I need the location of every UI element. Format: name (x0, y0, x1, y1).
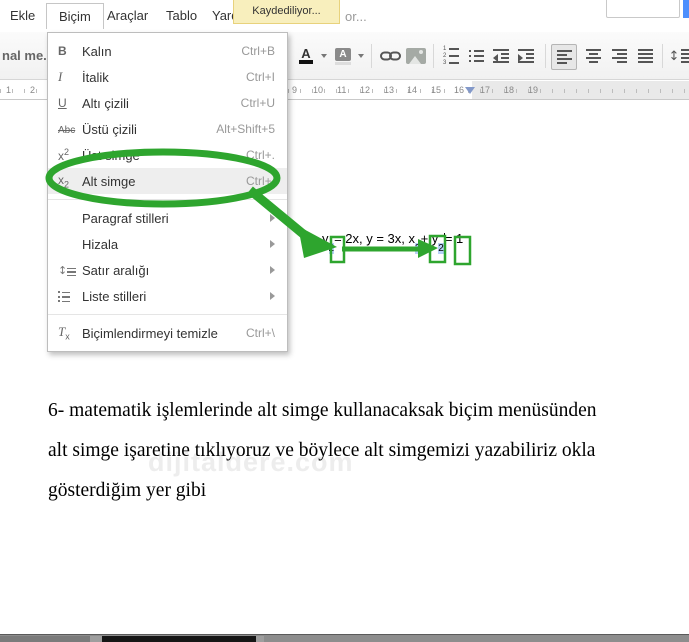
align-center-glyph (585, 49, 601, 63)
share-button[interactable] (683, 0, 689, 18)
paragraph-line: alt simge işaretine tıklıyoruz ve böylec… (48, 440, 596, 461)
scrollbar-segment (90, 636, 102, 642)
decrease-indent-glyph (493, 49, 509, 63)
ruler-number: 18 (504, 85, 515, 95)
menu-separator (48, 199, 287, 200)
menu-item-list-styles[interactable]: Liste stilleri (48, 283, 287, 309)
ruler-number: 11 (337, 85, 347, 95)
bulleted-list-icon[interactable] (464, 44, 488, 68)
paragraph-line: gösterdiğim yer gibi (48, 480, 207, 501)
italic-icon: I (58, 69, 63, 84)
subscript-2: 2 (328, 242, 335, 254)
ruler-number: 2 (30, 85, 36, 95)
line-spacing-icon: ↕ (58, 263, 82, 277)
highlight-caret-icon[interactable] (358, 54, 364, 58)
ruler-number: 12 (360, 85, 371, 95)
scrollbar-segment (256, 636, 264, 642)
ruler-number: 9 (292, 85, 298, 95)
menu-item-clear-formatting[interactable]: Tx Biçimlendirmeyi temizle Ctrl+\ (48, 320, 287, 346)
submenu-arrow-icon (270, 266, 275, 274)
saving-toast: Kaydediliyor... (233, 0, 340, 24)
list-styles-icon (58, 289, 82, 303)
align-right-glyph (611, 49, 627, 63)
ruler-number: 14 (407, 85, 418, 95)
increase-indent-icon[interactable] (514, 44, 538, 68)
text-color-icon[interactable]: A (294, 44, 318, 68)
menu-item-line-spacing[interactable]: ↕ Satır aralığı (48, 257, 287, 283)
increase-indent-glyph (518, 49, 534, 63)
comments-button[interactable] (606, 0, 680, 18)
insert-link-icon[interactable] (378, 44, 402, 68)
toolbar-separator (545, 44, 546, 68)
menu-item-strikethrough[interactable]: Abc Üstü çizili Alt+Shift+5 (48, 116, 287, 142)
numbered-list-icon[interactable]: 1 2 3 (439, 44, 463, 68)
menu-tablo[interactable]: Tablo (166, 8, 197, 23)
superscript-icon: x2 (58, 147, 70, 163)
justify-glyph (637, 49, 653, 63)
menu-item-superscript[interactable]: x2 Üst simge Ctrl+. (48, 142, 287, 168)
ruler-number: 19 (528, 85, 539, 95)
ruler-number: 1 (6, 85, 12, 95)
menu-bicim[interactable]: Biçim (46, 3, 104, 29)
toolbar-separator (662, 44, 663, 68)
link-glyph (379, 51, 401, 61)
insert-image-icon[interactable] (404, 44, 428, 68)
right-margin-marker[interactable] (465, 87, 475, 94)
status-overflow-text: or... (345, 9, 367, 24)
numbered-list-glyph: 1 2 3 (443, 46, 459, 66)
line-spacing-icon[interactable]: ↕ (668, 44, 689, 68)
submenu-arrow-icon (270, 214, 275, 222)
text-color-caret-icon[interactable] (321, 54, 327, 58)
document-paragraph[interactable]: 6- matematik işlemlerinde alt simge kull… (48, 391, 648, 511)
scrollbar-segment (0, 636, 90, 642)
align-right-icon[interactable] (607, 44, 631, 68)
menu-item-align[interactable]: Hizala (48, 231, 287, 257)
paragraph-line: 6- matematik işlemlerinde alt simge kull… (48, 400, 597, 421)
align-center-icon[interactable] (581, 44, 605, 68)
submenu-arrow-icon (270, 240, 275, 248)
submenu-arrow-icon (270, 292, 275, 300)
ruler-number: 16 (454, 85, 465, 95)
document-formula-text[interactable]: y2= 2x, y = 3x, x2+ y2= 1 (322, 231, 463, 254)
menu-item-paragraph-styles[interactable]: Paragraf stilleri (48, 205, 287, 231)
highlight-color-icon[interactable]: A (331, 44, 355, 68)
toolbar-separator (371, 44, 372, 68)
format-menu-dropdown: B Kalın Ctrl+B I İtalik Ctrl+I U Altı çi… (47, 32, 288, 352)
image-glyph (406, 48, 426, 64)
menu-ekle[interactable]: Ekle (10, 8, 35, 23)
bottom-scrollbar[interactable] (0, 634, 689, 642)
menu-separator (48, 314, 287, 315)
underline-icon: U (58, 96, 67, 110)
bulleted-list-glyph (468, 50, 484, 62)
menu-item-subscript[interactable]: x2 Alt simge Ctrl+, (48, 168, 287, 194)
clear-formatting-icon: Tx (58, 324, 70, 342)
subscript-2: 2 (438, 242, 444, 254)
decrease-indent-icon[interactable] (489, 44, 513, 68)
menu-bar: Ekle Biçim Araçlar Tablo Yard Kaydediliy… (0, 0, 689, 32)
menu-araclar[interactable]: Araçlar (107, 8, 148, 23)
text-color-glyph: A (299, 47, 313, 64)
scrollbar-thumb[interactable] (102, 636, 256, 642)
ruler-number: 10 (313, 85, 324, 95)
ruler-number: 17 (480, 85, 491, 95)
line-spacing-glyph: ↕ (669, 49, 689, 64)
justify-icon[interactable] (633, 44, 657, 68)
menu-item-bold[interactable]: B Kalın Ctrl+B (48, 38, 287, 64)
strikethrough-icon: Abc (58, 125, 76, 136)
bold-icon: B (58, 44, 67, 58)
menu-item-underline[interactable]: U Altı çizili Ctrl+U (48, 90, 287, 116)
ruler-number: 15 (431, 85, 442, 95)
subscript-icon: x2 (58, 172, 70, 190)
align-left-icon[interactable] (551, 44, 577, 70)
subscript-2: 2 (415, 242, 421, 254)
ruler-number: 13 (384, 85, 395, 95)
toolbar-separator (433, 44, 434, 68)
menu-item-italic[interactable]: I İtalik Ctrl+I (48, 64, 287, 90)
align-left-glyph (556, 50, 572, 64)
highlight-glyph: A (335, 47, 351, 65)
